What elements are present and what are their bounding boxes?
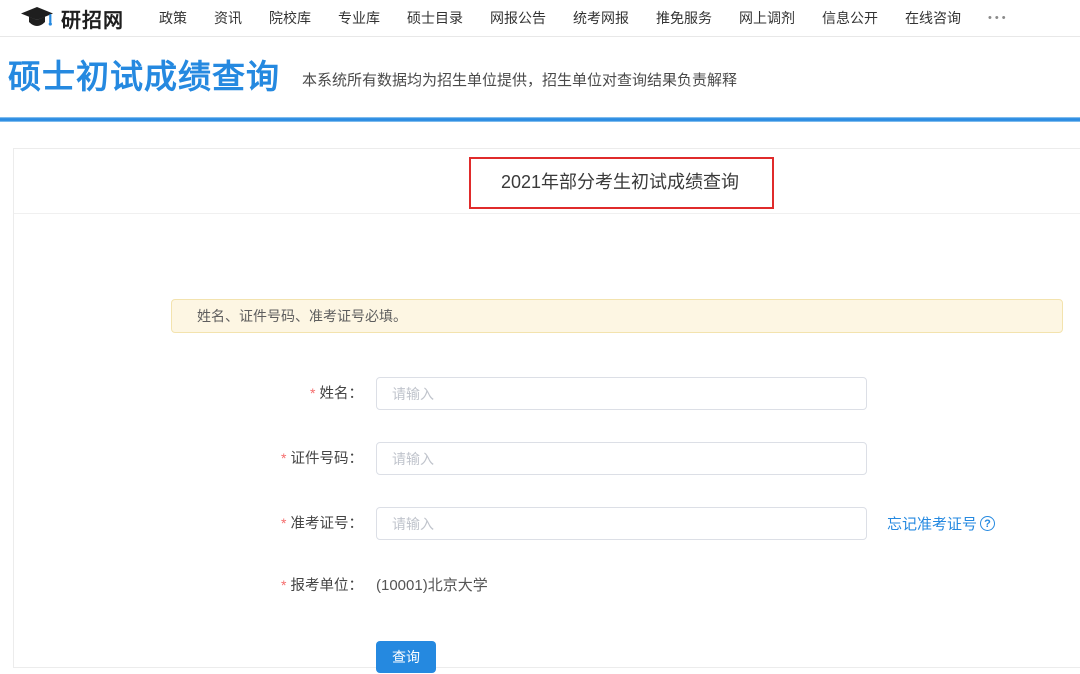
nav-item-news[interactable]: 资讯 bbox=[214, 8, 242, 28]
form-row-admission-ticket: *准考证号： 忘记准考证号 ? bbox=[14, 507, 1080, 540]
site-logo[interactable]: 研招网 bbox=[20, 4, 124, 33]
id-number-input[interactable] bbox=[376, 442, 867, 475]
nav-links: 政策 资讯 院校库 专业库 硕士目录 网报公告 统考网报 推免服务 网上调剂 信… bbox=[159, 8, 961, 28]
nav-item-unified-exam-report[interactable]: 统考网报 bbox=[573, 8, 629, 28]
form-row-id-number: *证件号码： bbox=[14, 442, 1080, 475]
card-header: 2021年部分考生初试成绩查询 bbox=[14, 149, 1080, 214]
page-subtitle: 本系统所有数据均为招生单位提供，招生单位对查询结果负责解释 bbox=[302, 69, 737, 97]
page-header: 硕士初试成绩查询 本系统所有数据均为招生单位提供，招生单位对查询结果负责解释 bbox=[8, 56, 737, 97]
admission-ticket-label: *准考证号： bbox=[14, 507, 363, 541]
id-number-label: *证件号码： bbox=[14, 442, 363, 476]
name-label: *姓名： bbox=[14, 377, 363, 411]
required-asterisk: * bbox=[281, 577, 286, 593]
form-row-target-institution: *报考单位： (10001)北京大学 bbox=[14, 569, 1080, 602]
nav-item-info-disclosure[interactable]: 信息公开 bbox=[822, 8, 878, 28]
question-mark-icon: ? bbox=[980, 516, 995, 531]
card-title: 2021年部分考生初试成绩查询 bbox=[501, 168, 739, 194]
nav-item-major-library[interactable]: 专业库 bbox=[338, 8, 380, 28]
form-row-name: *姓名： bbox=[14, 377, 1080, 410]
required-asterisk: * bbox=[281, 515, 286, 531]
form-row-submit: 查询 bbox=[14, 641, 1080, 674]
query-button[interactable]: 查询 bbox=[376, 641, 436, 673]
page-title: 硕士初试成绩查询 bbox=[8, 56, 280, 97]
forgot-ticket-link[interactable]: 忘记准考证号 ? bbox=[887, 507, 995, 540]
target-institution-value: (10001)北京大学 bbox=[376, 569, 488, 602]
admission-ticket-input[interactable] bbox=[376, 507, 867, 540]
blue-divider bbox=[0, 117, 1080, 122]
required-asterisk: * bbox=[310, 385, 315, 401]
graduation-cap-icon bbox=[20, 6, 54, 30]
nav-item-online-consult[interactable]: 在线咨询 bbox=[905, 8, 961, 28]
target-institution-label: *报考单位： bbox=[14, 569, 363, 603]
nav-item-college-library[interactable]: 院校库 bbox=[269, 8, 311, 28]
nav-item-master-catalog[interactable]: 硕士目录 bbox=[407, 8, 463, 28]
nav-item-online-adjustment[interactable]: 网上调剂 bbox=[739, 8, 795, 28]
query-card: 2021年部分考生初试成绩查询 姓名、证件号码、准考证号必填。 *姓名： *证件… bbox=[13, 148, 1080, 668]
nav-item-policy[interactable]: 政策 bbox=[159, 8, 187, 28]
nav-item-exemption-service[interactable]: 推免服务 bbox=[656, 8, 712, 28]
required-fields-notice: 姓名、证件号码、准考证号必填。 bbox=[171, 299, 1063, 333]
site-logo-text: 研招网 bbox=[61, 4, 124, 33]
nav-item-report-announcement[interactable]: 网报公告 bbox=[490, 8, 546, 28]
top-navbar: 研招网 政策 资讯 院校库 专业库 硕士目录 网报公告 统考网报 推免服务 网上… bbox=[0, 0, 1080, 37]
required-asterisk: * bbox=[281, 450, 286, 466]
name-input[interactable] bbox=[376, 377, 867, 410]
nav-more-dots[interactable]: ••• bbox=[988, 12, 1009, 24]
